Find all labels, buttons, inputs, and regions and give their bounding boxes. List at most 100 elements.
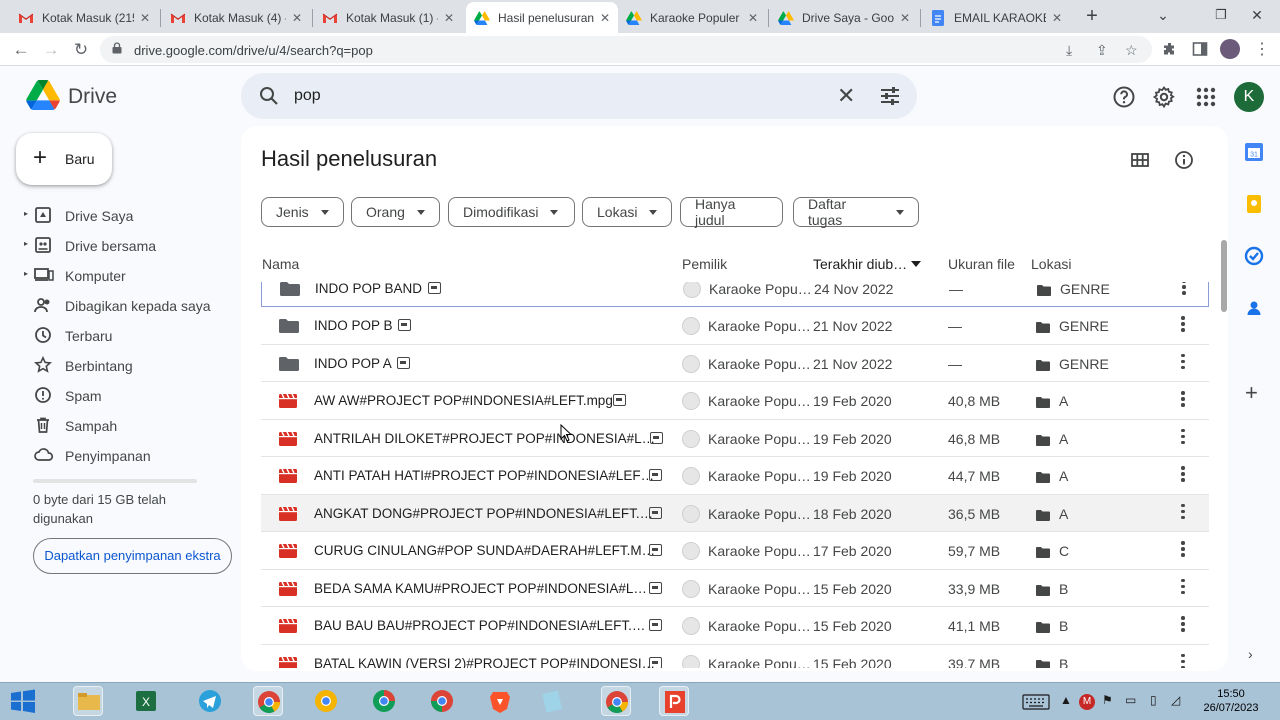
excel-icon[interactable]: X (131, 686, 161, 716)
google-apps-icon[interactable] (1194, 85, 1218, 109)
new-tab-button[interactable]: + (1080, 4, 1104, 28)
more-actions-icon[interactable] (1181, 466, 1185, 484)
file-row[interactable]: ANTI PATAH HATI#PROJECT POP#INDONESIA#LE… (261, 457, 1209, 495)
network-icon[interactable]: ◿ (1171, 693, 1180, 707)
more-actions-icon[interactable] (1182, 282, 1186, 297)
collapse-side-panel-icon[interactable]: › (1248, 646, 1253, 662)
install-app-icon[interactable]: ⤓ (1066, 42, 1072, 59)
contacts-icon[interactable] (1244, 298, 1264, 318)
action-center-flag-icon[interactable]: ⚑ (1102, 693, 1113, 707)
file-row[interactable]: BEDA SAMA KAMU#PROJECT POP#INDONESIA#L… K… (261, 570, 1209, 607)
file-list-scrollbar[interactable] (1221, 240, 1227, 312)
column-header-name[interactable]: Nama (262, 256, 299, 272)
search-options-icon[interactable] (880, 86, 900, 106)
expand-caret-icon[interactable]: ▸ (24, 239, 28, 248)
taskbar-clock[interactable]: 15:50 26/07/2023 (1196, 687, 1266, 715)
more-actions-icon[interactable] (1181, 616, 1185, 634)
chrome-icon[interactable] (253, 686, 283, 716)
info-icon[interactable] (1173, 149, 1195, 171)
file-row[interactable]: ANGKAT DONG#PROJECT POP#INDONESIA#LEFT.…… (261, 494, 1209, 532)
keep-icon[interactable] (1244, 194, 1264, 214)
chrome-second-icon[interactable] (369, 686, 399, 716)
browser-tab[interactable]: Hasil penelusuran ✕ (466, 2, 618, 33)
file-row[interactable]: INDO POP BAND Karaoke Popu… 24 Nov 2022 — GE… (261, 282, 1209, 307)
battery-icon[interactable]: ▯ (1150, 693, 1157, 707)
sidebar-item[interactable]: ▸ Drive Saya (20, 200, 230, 230)
browser-tab[interactable]: Kotak Masuk (215 ✕ (10, 2, 158, 33)
search-bar[interactable]: pop ✕ (241, 73, 917, 119)
file-row[interactable]: INDO POP B Karaoke Popu… 21 Nov 2022 — GENRE (261, 307, 1209, 345)
more-actions-icon[interactable] (1181, 428, 1185, 447)
file-row[interactable]: AW AW#PROJECT POP#INDONESIA#LEFT.mpg Kara… (261, 382, 1209, 420)
expand-caret-icon[interactable]: ▸ (24, 209, 28, 218)
extensions-icon[interactable] (1162, 41, 1178, 57)
close-window-icon[interactable]: ✕ (1234, 0, 1280, 33)
tray-app-icon[interactable]: M (1079, 694, 1095, 710)
sort-descending-icon[interactable] (911, 261, 921, 267)
clear-search-icon[interactable]: ✕ (837, 83, 855, 109)
close-tab-icon[interactable]: ✕ (900, 11, 910, 25)
close-tab-icon[interactable]: ✕ (140, 11, 150, 25)
share-page-icon[interactable]: ⇪ (1096, 42, 1108, 59)
sidebar-item[interactable]: Terbaru (20, 320, 230, 350)
file-row[interactable]: BATAL KAWIN (VERSI 2)#PROJECT POP#INDONE… (261, 645, 1209, 668)
telegram-icon[interactable] (195, 686, 225, 716)
filter-chip[interactable]: Hanya judul (680, 196, 783, 228)
pdf-reader-icon[interactable] (659, 686, 689, 716)
file-row[interactable]: CURUG CINULANG#POP SUNDA#DAERAH#LEFT.M… K… (261, 532, 1209, 570)
chrome-active-icon[interactable] (601, 686, 631, 716)
filter-chip[interactable]: Lokasi (582, 197, 672, 227)
address-bar[interactable]: drive.google.com/drive/u/4/search?q=pop … (100, 36, 1152, 63)
reload-icon[interactable]: ↻ (68, 37, 94, 63)
chrome-third-icon[interactable] (427, 686, 457, 716)
browser-tab[interactable]: Karaoke Populer - ✕ (618, 2, 766, 33)
tab-search-chevron-icon[interactable]: ⌄ (1140, 0, 1186, 33)
notepad-icon[interactable] (537, 686, 567, 716)
browser-tab[interactable]: EMAIL KARAOKE - ✕ (922, 2, 1070, 33)
filter-chip[interactable]: Daftar tugas (793, 196, 919, 228)
browser-tab[interactable]: Kotak Masuk (4) - ✕ (162, 2, 310, 33)
add-addon-icon[interactable]: + (1245, 380, 1258, 406)
app-name[interactable]: Drive (68, 85, 117, 109)
sidebar-item[interactable]: Spam (20, 380, 230, 410)
more-actions-icon[interactable] (1181, 503, 1185, 522)
drive-logo-icon[interactable] (26, 80, 60, 110)
keyboard-icon[interactable] (1022, 694, 1050, 710)
file-row[interactable]: BAU BAU BAU#PROJECT POP#INDONESIA#LEFT.…… (261, 607, 1209, 645)
display-icon[interactable]: ▭ (1125, 693, 1136, 707)
close-tab-icon[interactable]: ✕ (292, 11, 302, 25)
close-tab-icon[interactable]: ✕ (748, 11, 758, 25)
sidebar-item[interactable]: ▸ Drive bersama (20, 230, 230, 260)
more-actions-icon[interactable] (1181, 353, 1185, 372)
more-actions-icon[interactable] (1181, 578, 1185, 597)
profile-avatar-icon[interactable] (1220, 39, 1240, 59)
show-hidden-icons-icon[interactable]: ▲ (1060, 693, 1072, 707)
brave-icon[interactable] (485, 686, 515, 716)
expand-caret-icon[interactable]: ▸ (24, 269, 28, 278)
search-icon[interactable] (259, 86, 279, 106)
grid-view-icon[interactable] (1129, 149, 1151, 171)
browser-tab[interactable]: Kotak Masuk (1) - ✕ (314, 2, 462, 33)
column-header-owner[interactable]: Pemilik (682, 256, 727, 272)
more-actions-icon[interactable] (1181, 316, 1185, 334)
chrome-profile-icon[interactable] (311, 686, 341, 716)
file-explorer-icon[interactable] (73, 686, 103, 716)
side-panel-icon[interactable] (1192, 41, 1208, 57)
sidebar-item[interactable]: Dibagikan kepada saya (20, 290, 230, 320)
sidebar-item[interactable]: Penyimpanan (20, 440, 230, 470)
file-row[interactable]: INDO POP A Karaoke Popu… 21 Nov 2022 — GENRE (261, 345, 1209, 382)
back-arrow-icon[interactable]: ← (8, 37, 34, 63)
windows-start-icon[interactable] (10, 689, 36, 713)
sidebar-item[interactable]: Berbintang (20, 350, 230, 380)
sidebar-item[interactable]: ▸ Komputer (20, 260, 230, 290)
forward-arrow-icon[interactable]: → (38, 37, 64, 63)
settings-gear-icon[interactable] (1152, 85, 1176, 109)
close-tab-icon[interactable]: ✕ (1052, 11, 1062, 25)
column-header-modified[interactable]: Terakhir diub… (813, 256, 907, 272)
column-header-location[interactable]: Lokasi (1031, 256, 1071, 272)
help-icon[interactable] (1112, 85, 1136, 109)
search-input[interactable]: pop (294, 87, 321, 105)
tasks-icon[interactable] (1244, 246, 1264, 266)
account-avatar[interactable]: K (1234, 82, 1264, 112)
get-more-storage-button[interactable]: Dapatkan penyimpanan ekstra (33, 538, 232, 574)
